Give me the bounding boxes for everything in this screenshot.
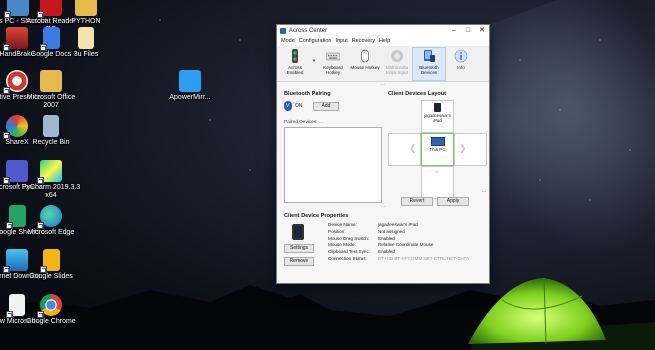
layout-slot-center[interactable]: This PC [421, 133, 454, 166]
toolbar-bluetooth-devices[interactable]: Bluetooth Devices [412, 47, 446, 81]
menu-input[interactable]: Input [333, 37, 349, 46]
menu-bar: Mode Configuration Input Recovery Help [277, 37, 489, 46]
title-bar[interactable]: Across Center – □ ✕ [277, 25, 489, 37]
layout-slot-top[interactable]: jagadeeswar's iPad [421, 100, 454, 133]
pycharm-icon [37, 160, 62, 184]
info-icon [454, 49, 468, 63]
desktop-icon-microsoft-edge[interactable]: Microsoft Edge [21, 205, 81, 237]
toolbar-bluetooth-devices-label: Bluetooth Devices [419, 65, 439, 76]
monitor-icon [430, 137, 445, 146]
bluetooth-devices-icon [422, 49, 436, 63]
toolbar: Across Enabled ▾ Keyboard Hotkey Mouse H… [277, 46, 489, 82]
prop-device-name: Device Name: jagadeeswar's iPad [328, 222, 418, 227]
center-device-label: This PC [429, 147, 446, 152]
mouse-icon [358, 49, 372, 63]
file-icon [78, 27, 94, 49]
recycle-bin-icon [43, 115, 59, 137]
ipad-icon [434, 103, 441, 112]
toolbar-keyboard-hotkey[interactable]: Keyboard Hotkey [317, 48, 349, 75]
bluetooth-pairing-panel: Bluetooth Pairing ѵ ON Add Paired Device… [277, 87, 383, 204]
desktop-icon-google-chrome[interactable]: Google Chrome [21, 294, 81, 326]
toolbar-info[interactable]: Info [445, 48, 477, 70]
folder-icon [75, 0, 97, 16]
across-center-window: Across Center – □ ✕ Mode Configuration I… [276, 24, 490, 284]
menu-mode[interactable]: Mode [279, 37, 297, 46]
edge-icon [37, 205, 62, 229]
folder-icon [40, 70, 62, 92]
layout-more[interactable]: ... [482, 188, 486, 194]
paired-devices-list[interactable] [284, 127, 382, 203]
revert-button[interactable]: Revert [401, 197, 433, 206]
prop-connection-status: Connection Status: BT-HID BT-RFCOMM NET-C… [328, 255, 470, 261]
keyboard-icon [325, 49, 341, 63]
toolbar-info-label: Info [457, 65, 465, 70]
device-image-ipad-icon [292, 224, 304, 240]
layout-slot-left[interactable]: ❮ [388, 133, 421, 166]
client-device-properties-panel: Client Device Properties Settings Remove… [277, 213, 489, 266]
toolbar-mouse-hotkey[interactable]: Mouse Hotkey [349, 48, 381, 70]
power-switch-icon [288, 49, 302, 63]
arrow-down-icon: ⌄ [433, 165, 441, 175]
prop-position: Position: Not assigned [328, 228, 405, 234]
bluetooth-icon: ѵ [284, 101, 292, 111]
desktop-icon-office-2007[interactable]: Microsoft Office 2007 [21, 70, 81, 110]
chrome-icon [37, 294, 62, 318]
toolbar-multimedia-keys-input-label: Multimedia Keys Input [385, 65, 409, 76]
layout-grid: jagadeeswar's iPad ❮ This PC ❯ ⌄ ... Rev… [388, 100, 488, 206]
bluetooth-status: ON [295, 103, 303, 109]
google-slides-icon [39, 249, 60, 273]
settings-button[interactable]: Settings [284, 244, 314, 253]
menu-help[interactable]: Help [377, 37, 392, 46]
toolbar-keyboard-hotkey-label: Keyboard Hotkey [323, 65, 343, 76]
app-icon [280, 28, 286, 34]
toolbar-across-enabled-label: Across Enabled [286, 65, 304, 76]
client-devices-layout-panel: Client Devices Layout jagadeeswar's iPad… [383, 87, 491, 206]
client-devices-layout-title: Client Devices Layout [388, 91, 447, 97]
maximize-button[interactable]: □ [461, 25, 475, 37]
menu-recovery[interactable]: Recovery [350, 37, 377, 46]
prop-mouse-mode: Mouse Mode: Relative Coordinate Mouse [328, 242, 434, 248]
arrow-left-icon: ❮ [409, 143, 417, 153]
toolbar-mouse-hotkey-label: Mouse Hotkey [350, 65, 380, 70]
bluetooth-pairing-title: Bluetooth Pairing [284, 91, 331, 97]
desktop-icon-pycharm[interactable]: PyCharm 2019.3.3 x64 [21, 160, 81, 200]
minimize-button[interactable]: – [447, 25, 461, 37]
desktop-icon-recycle-bin[interactable]: Recycle Bin [21, 115, 81, 147]
remove-button[interactable]: Remove [284, 257, 314, 266]
device-properties-list: Device Name: jagadeeswar's iPad Position:… [324, 222, 469, 266]
desktop-icon-3u-files[interactable]: 3u Files [56, 27, 116, 59]
apply-button[interactable]: Apply [437, 197, 469, 206]
toolbar-across-enabled[interactable]: Across Enabled [279, 48, 311, 75]
window-title: Across Center [289, 28, 328, 34]
multimedia-icon [390, 49, 404, 63]
desktop-icon-python[interactable]: PYTHON [56, 0, 116, 26]
layout-slot-bottom[interactable]: ⌄ [421, 165, 454, 199]
paired-devices-label: Paired Devices: ... [284, 120, 323, 125]
top-device-label: jagadeeswar's iPad [424, 113, 451, 123]
layout-slot-right[interactable]: ❯ [454, 133, 487, 166]
main-panels: Bluetooth Pairing ѵ ON Add Paired Device… [277, 87, 491, 206]
prop-mouse-drag-switch: Mouse Drag Switch: Enabled [328, 235, 395, 241]
toolbar-multimedia-keys-input[interactable]: Multimedia Keys Input [381, 48, 413, 75]
menu-configuration[interactable]: Configuration [297, 37, 334, 46]
add-device-button[interactable]: Add [313, 101, 339, 111]
apowermirror-icon [179, 70, 201, 92]
client-device-properties-title: Client Device Properties [284, 213, 349, 219]
close-button[interactable]: ✕ [475, 25, 489, 37]
desktop-icon-google-slides[interactable]: Google Slides [21, 249, 81, 281]
desktop-icon-apowermirror[interactable]: ApowerMirr... [160, 70, 220, 102]
prop-clipboard-text-sync: Clipboard Text Sync: Enabled [328, 249, 395, 255]
arrow-right-icon: ❯ [459, 143, 467, 153]
